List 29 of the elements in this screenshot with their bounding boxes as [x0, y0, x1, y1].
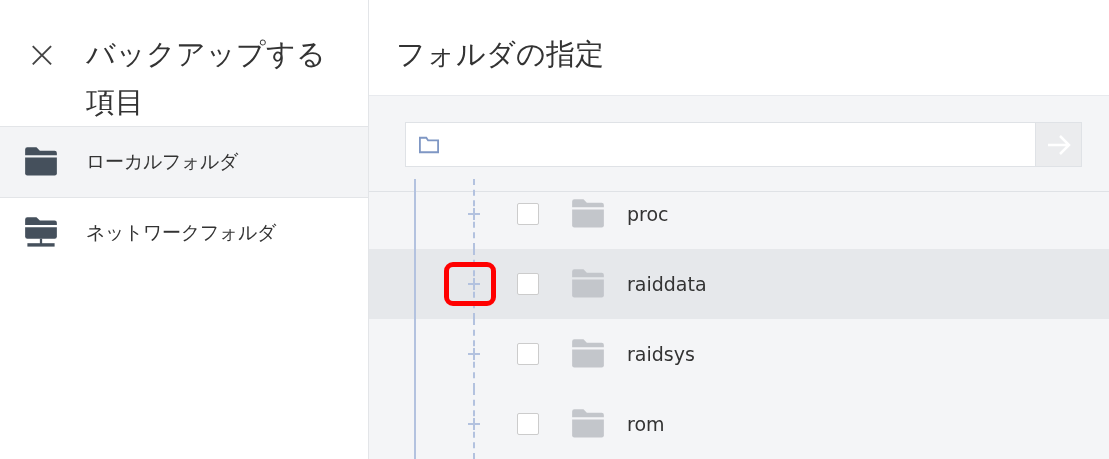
- path-field[interactable]: [405, 122, 1036, 167]
- folder-name: raidsys: [627, 343, 695, 365]
- go-button[interactable]: [1036, 122, 1082, 167]
- sidebar-item[interactable]: ネットワークフォルダ: [0, 197, 368, 268]
- folder-name: proc: [627, 203, 669, 225]
- folder-row[interactable]: raidsys: [369, 319, 1109, 389]
- sidebar-item[interactable]: ローカルフォルダ: [0, 126, 368, 197]
- folder-icon: [571, 268, 605, 300]
- folder-icon: [571, 338, 605, 370]
- expand-icon[interactable]: [465, 275, 483, 293]
- page-title: フォルダの指定: [396, 36, 605, 73]
- close-button[interactable]: ×: [26, 34, 58, 74]
- checkbox[interactable]: [517, 273, 539, 295]
- checkbox[interactable]: [517, 203, 539, 225]
- folder-row[interactable]: raiddata: [369, 249, 1109, 319]
- expand-icon[interactable]: [465, 345, 483, 363]
- folder-name: raiddata: [627, 273, 707, 295]
- expand-icon[interactable]: [465, 205, 483, 223]
- folder-icon: [24, 146, 58, 178]
- checkbox[interactable]: [517, 413, 539, 435]
- folder-icon: [571, 198, 605, 230]
- folder-name: rom: [627, 413, 665, 435]
- folder-icon: [571, 408, 605, 440]
- expand-icon[interactable]: [465, 415, 483, 433]
- folder-icon: [418, 134, 440, 155]
- checkbox[interactable]: [517, 343, 539, 365]
- folder-row[interactable]: rom: [369, 389, 1109, 459]
- panel-title: バックアップする項目: [85, 36, 327, 121]
- network-folder-icon: [24, 217, 58, 249]
